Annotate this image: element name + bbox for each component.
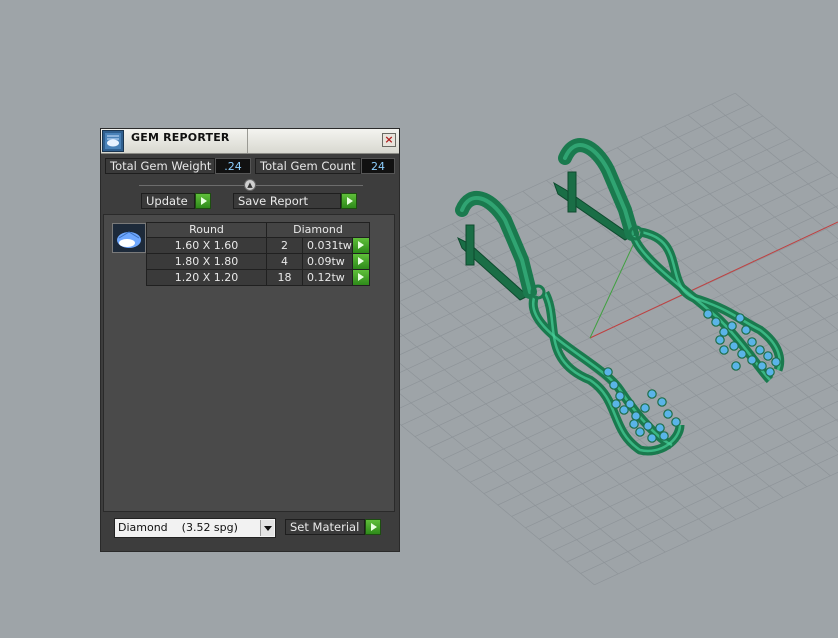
gem-stone (619, 405, 629, 415)
green-arrow-icon[interactable] (353, 238, 369, 253)
gem-count: 2 (266, 237, 303, 254)
title-separator (247, 129, 248, 153)
gem-table: Round Diamond 1.60 X 1.60 2 0.031tw 1.80… (146, 222, 370, 286)
gem-weight: 0.031tw (302, 237, 353, 254)
window-title: GEM REPORTER (131, 131, 230, 144)
row-select-button[interactable] (352, 253, 370, 270)
collapse-toggle-icon[interactable]: ▲ (244, 179, 256, 191)
gem-stone (657, 397, 667, 407)
gem-stone (715, 335, 725, 345)
gem-stone (647, 433, 657, 443)
gem-stone (659, 431, 669, 441)
gem-count: 4 (266, 253, 303, 270)
gem-stone (643, 421, 653, 431)
gem-stone (711, 317, 721, 327)
close-button[interactable]: × (382, 133, 396, 147)
gem-weight: 0.09tw (302, 253, 353, 270)
gem-stone (719, 345, 729, 355)
green-arrow-icon[interactable] (353, 270, 369, 285)
set-material-go-icon[interactable] (365, 519, 381, 535)
gem-stone (631, 411, 641, 421)
gem-stone (663, 409, 673, 419)
gem-stone (737, 349, 747, 359)
gem-size: 1.80 X 1.80 (146, 253, 267, 270)
gem-stone (741, 325, 751, 335)
gem-stone (731, 361, 741, 371)
material-select-value: Diamond (3.52 spg) (118, 521, 238, 534)
gem-size: 1.60 X 1.60 (146, 237, 267, 254)
gem-stone (719, 327, 729, 337)
gem-stone (703, 309, 713, 319)
gem-stone (727, 321, 737, 331)
update-go-icon[interactable] (195, 193, 211, 209)
table-row: 1.20 X 1.20 18 0.12tw (146, 269, 370, 286)
gem-stone (640, 403, 650, 413)
gem-stone (747, 337, 757, 347)
table-row: 1.60 X 1.60 2 0.031tw (146, 237, 370, 254)
row-select-button[interactable] (352, 269, 370, 286)
row-select-button[interactable] (352, 237, 370, 254)
gem-report-area: Round Diamond 1.60 X 1.60 2 0.031tw 1.80… (103, 214, 395, 512)
green-arrow-icon[interactable] (353, 254, 369, 269)
table-row: 1.80 X 1.80 4 0.09tw (146, 253, 370, 270)
gem-stone (747, 355, 757, 365)
gem-stone (655, 423, 665, 433)
gem-stone (755, 345, 765, 355)
total-weight-value: .24 (215, 158, 251, 174)
gem-stone (647, 389, 657, 399)
gem-stone (735, 313, 745, 323)
total-count-label: Total Gem Count (255, 158, 361, 174)
total-weight-label: Total Gem Weight (105, 158, 215, 174)
save-report-go-icon[interactable] (341, 193, 357, 209)
gem-stone (615, 391, 625, 401)
gem-stone (609, 380, 619, 390)
gem-reporter-icon (102, 130, 124, 152)
gem-stone (757, 361, 767, 371)
material-select[interactable]: Diamond (3.52 spg) (114, 518, 276, 538)
gem-stone (729, 341, 739, 351)
gem-stone (765, 367, 775, 377)
total-count-value: 24 (361, 158, 395, 174)
gem-stone (603, 367, 613, 377)
gem-stone (635, 427, 645, 437)
update-button[interactable]: Update (141, 193, 195, 209)
gem-stone (763, 351, 773, 361)
gem-stone (671, 417, 681, 427)
set-material-button[interactable]: Set Material (285, 519, 365, 535)
gem-stone (629, 419, 639, 429)
gem-stone (611, 399, 621, 409)
table-header-row: Round Diamond (146, 222, 370, 238)
chevron-down-icon[interactable] (260, 520, 274, 536)
title-bar[interactable]: GEM REPORTER × (101, 129, 399, 154)
column-header-shape: Round (146, 222, 267, 238)
gem-count: 18 (266, 269, 303, 286)
gem-reporter-panel: GEM REPORTER × Total Gem Weight .24 Tota… (100, 128, 400, 552)
column-header-stone: Diamond (266, 222, 370, 238)
gem-stone (771, 357, 781, 367)
round-gem-icon (112, 223, 146, 253)
gem-size: 1.20 X 1.20 (146, 269, 267, 286)
gem-weight: 0.12tw (302, 269, 353, 286)
save-report-button[interactable]: Save Report (233, 193, 341, 209)
